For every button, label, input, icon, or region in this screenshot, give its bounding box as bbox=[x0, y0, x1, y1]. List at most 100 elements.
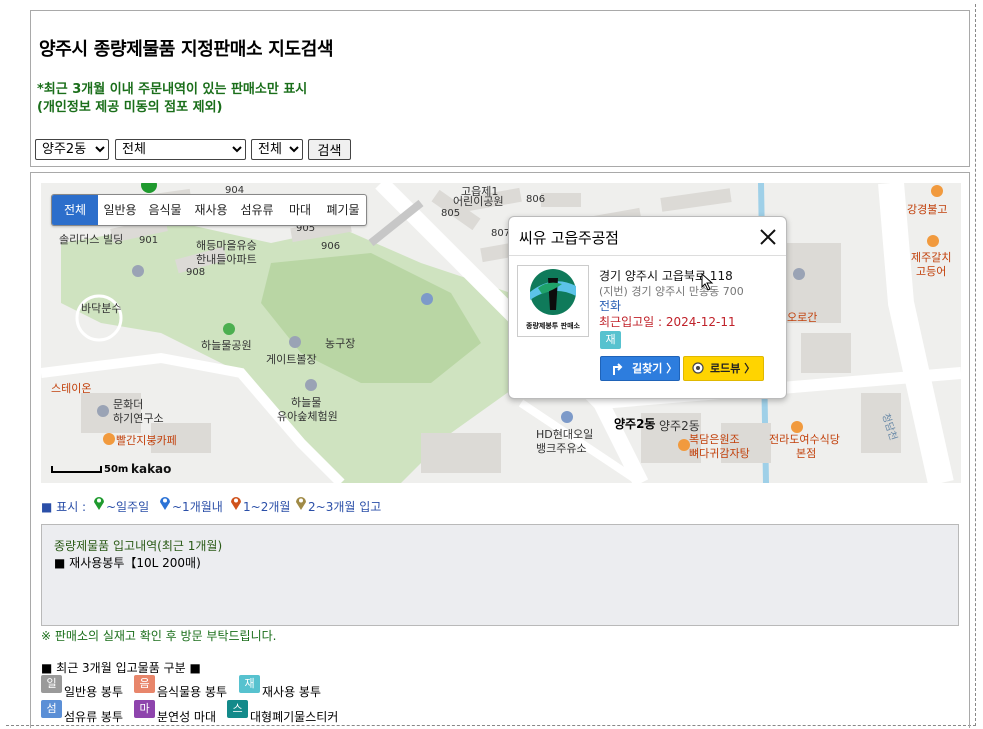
pin-olive-icon bbox=[296, 497, 306, 510]
reuse-tag: 재 bbox=[600, 331, 621, 349]
poi-marker-icon[interactable] bbox=[793, 268, 805, 280]
poi-marker-icon[interactable] bbox=[289, 336, 301, 348]
map-label-908: 908 bbox=[186, 267, 206, 278]
legend-week: ~일주일 bbox=[106, 500, 150, 514]
restaurant-icon[interactable] bbox=[931, 185, 943, 197]
map-label-steion: 스테이온 bbox=[51, 382, 92, 395]
store-name: 씨유 고읍주공점 bbox=[519, 229, 619, 247]
tree-icon[interactable] bbox=[223, 323, 235, 335]
cursor-pointer-icon bbox=[701, 273, 714, 291]
tab-all[interactable]: 전체 bbox=[52, 195, 98, 225]
map-label-805: 805 bbox=[441, 208, 461, 219]
category-select[interactable]: 전체 bbox=[115, 139, 246, 160]
map-label-bokdam-2: 뼈다귀감자탕 bbox=[689, 447, 750, 460]
tab-fabric[interactable]: 섬유류 bbox=[234, 195, 280, 225]
map-label-cafe: 빨간지붕카페 bbox=[116, 434, 177, 447]
notice-text: *최근 3개월 이내 주문내역이 있는 판매소만 표시 (개인정보 제공 미동의… bbox=[37, 81, 307, 117]
map-label-yangju-bold: 양주2동 bbox=[614, 417, 656, 431]
search-button[interactable]: 검색 bbox=[308, 139, 351, 160]
stock-history-title: 종량제물품 입고내역(최근 1개월) bbox=[54, 539, 223, 553]
tab-reuse[interactable]: 재사용 bbox=[188, 195, 234, 225]
map-label-haedeung-2: 한내들아파트 bbox=[196, 253, 257, 266]
map-view[interactable]: 솔리더스 빌딩 해등마을유승 한내들아파트 바닥분수 하늘물공원 게이트볼장 농… bbox=[41, 183, 961, 483]
sack-tag: 마 bbox=[134, 700, 155, 718]
page-title: 양주시 종량제물품 지정판매소 지도검색 bbox=[39, 39, 334, 60]
roadview-pin-icon bbox=[692, 362, 704, 374]
store-info-popup: 씨유 고읍주공점 종량제봉투 판매소 경기 양주시 고읍북로 118 (지번) … bbox=[508, 216, 787, 399]
roadview-button[interactable]: 로드뷰 〉 bbox=[683, 356, 764, 381]
directions-label: 길찾기 〉 bbox=[632, 362, 678, 375]
tab-general[interactable]: 일반용 bbox=[98, 195, 142, 225]
pin-green-icon bbox=[94, 497, 104, 510]
map-label-nonggu: 농구장 bbox=[325, 337, 356, 350]
map-label-806: 806 bbox=[526, 194, 546, 205]
direction-arrow-icon bbox=[613, 363, 623, 375]
gas-station-icon[interactable] bbox=[561, 411, 573, 423]
marker-legend: ■ 표시 : ~일주일 ~1개월내 1~2개월 2~3개월 입고 bbox=[41, 495, 441, 515]
legend-prefix: ■ 표시 : bbox=[41, 500, 87, 514]
search-panel: 양주시 종량제물품 지정판매소 지도검색 *최근 3개월 이내 주문내역이 있는… bbox=[30, 10, 970, 167]
sticker-tag: 스 bbox=[227, 700, 248, 718]
legend-1-2-month: 1~2개월 bbox=[243, 500, 291, 514]
poi-marker-icon[interactable] bbox=[305, 379, 317, 391]
type-select[interactable]: 전체 bbox=[251, 139, 303, 160]
map-label-jeju-2: 고등어 bbox=[916, 265, 947, 278]
store-thumbnail: 종량제봉투 판매소 bbox=[517, 265, 589, 337]
map-label-jeolla-2: 본점 bbox=[796, 447, 817, 460]
restaurant-icon[interactable] bbox=[791, 421, 803, 433]
kakao-logo: kakao bbox=[131, 462, 172, 476]
seller-logo-icon bbox=[530, 269, 576, 315]
food-label: 음식물용 봉투 bbox=[157, 685, 228, 699]
cafe-icon[interactable] bbox=[103, 433, 115, 445]
tab-food[interactable]: 음식물 bbox=[142, 195, 188, 225]
general-tag: 일 bbox=[41, 675, 62, 693]
poi-marker-icon[interactable] bbox=[132, 265, 144, 277]
pin-orange-icon bbox=[231, 497, 241, 510]
restaurant-icon[interactable] bbox=[927, 235, 939, 247]
poi-marker-icon[interactable] bbox=[97, 405, 109, 417]
sticker-label: 대형폐기물스티커 bbox=[250, 710, 339, 724]
map-label-goeup-2: 어린이공원 bbox=[453, 195, 504, 208]
map-label-haneulmul-park: 하늘물공원 bbox=[201, 339, 252, 352]
fabric-label: 섬유류 봉투 bbox=[64, 710, 124, 724]
reuse-label: 재사용 봉투 bbox=[262, 685, 322, 699]
recent-stock-date: 최근입고일 : 2024-12-11 bbox=[599, 315, 736, 329]
map-label-haneulmul-2: 유아숲체험원 bbox=[277, 410, 338, 423]
stock-history-box: 종량제물품 입고내역(최근 1개월) ■ 재사용봉투【10L 200매) bbox=[41, 524, 959, 626]
map-label-badak: 바닥분수 bbox=[81, 302, 122, 315]
reuse-class-tag: 재 bbox=[239, 675, 260, 693]
notice-line-1: *최근 3개월 이내 주문내역이 있는 판매소만 표시 bbox=[37, 82, 308, 97]
thumb-caption: 종량제봉투 판매소 bbox=[526, 322, 580, 330]
parking-icon[interactable] bbox=[421, 293, 433, 305]
map-label-901: 901 bbox=[139, 235, 159, 246]
map-label-gang: 강경불고 bbox=[907, 203, 948, 216]
category-tabs: 전체 일반용 음식물 재사용 섬유류 마대 폐기물 bbox=[51, 194, 367, 226]
restaurant-icon[interactable] bbox=[678, 439, 690, 451]
map-label-solidus: 솔리더스 빌딩 bbox=[59, 233, 124, 246]
map-label-munhwa-2: 하기연구소 bbox=[113, 412, 164, 425]
general-label: 일반용 봉투 bbox=[64, 685, 124, 699]
visit-notice: ※ 판매소의 실재고 확인 후 방문 부탁드립니다. bbox=[41, 629, 277, 643]
popup-divider bbox=[509, 255, 786, 256]
close-icon[interactable] bbox=[758, 227, 778, 247]
store-phone[interactable]: 전화 bbox=[599, 297, 621, 314]
district-select[interactable]: 양주2동 bbox=[35, 139, 109, 160]
result-panel: 솔리더스 빌딩 해등마을유승 한내들아파트 바닥분수 하늘물공원 게이트볼장 농… bbox=[30, 172, 970, 728]
map-label-906: 906 bbox=[321, 241, 341, 252]
classification-heading: ■ 최근 3개월 입고물품 구분 ■ bbox=[41, 661, 201, 675]
notice-line-2: (개인정보 제공 미동의 점포 제외) bbox=[37, 100, 223, 115]
stock-history-item: ■ 재사용봉투【10L 200매) bbox=[54, 556, 201, 570]
scale-bar-icon bbox=[51, 466, 102, 473]
fabric-tag: 섬 bbox=[41, 700, 62, 718]
scale-label: 50m bbox=[104, 464, 129, 475]
tab-sack[interactable]: 마대 bbox=[280, 195, 320, 225]
map-label-gate: 게이트볼장 bbox=[266, 353, 317, 366]
tab-waste[interactable]: 폐기물 bbox=[320, 195, 366, 225]
food-tag: 음 bbox=[134, 675, 155, 693]
map-label-orogan: 오로간 bbox=[787, 311, 818, 324]
map-label-hd-2: 뱅크주유소 bbox=[536, 442, 587, 455]
legend-2-3-month: 2~3개월 입고 bbox=[308, 500, 382, 514]
legend-month: ~1개월내 bbox=[172, 500, 223, 514]
pin-blue-icon bbox=[160, 497, 170, 510]
directions-button[interactable]: 길찾기 〉 bbox=[600, 356, 680, 381]
